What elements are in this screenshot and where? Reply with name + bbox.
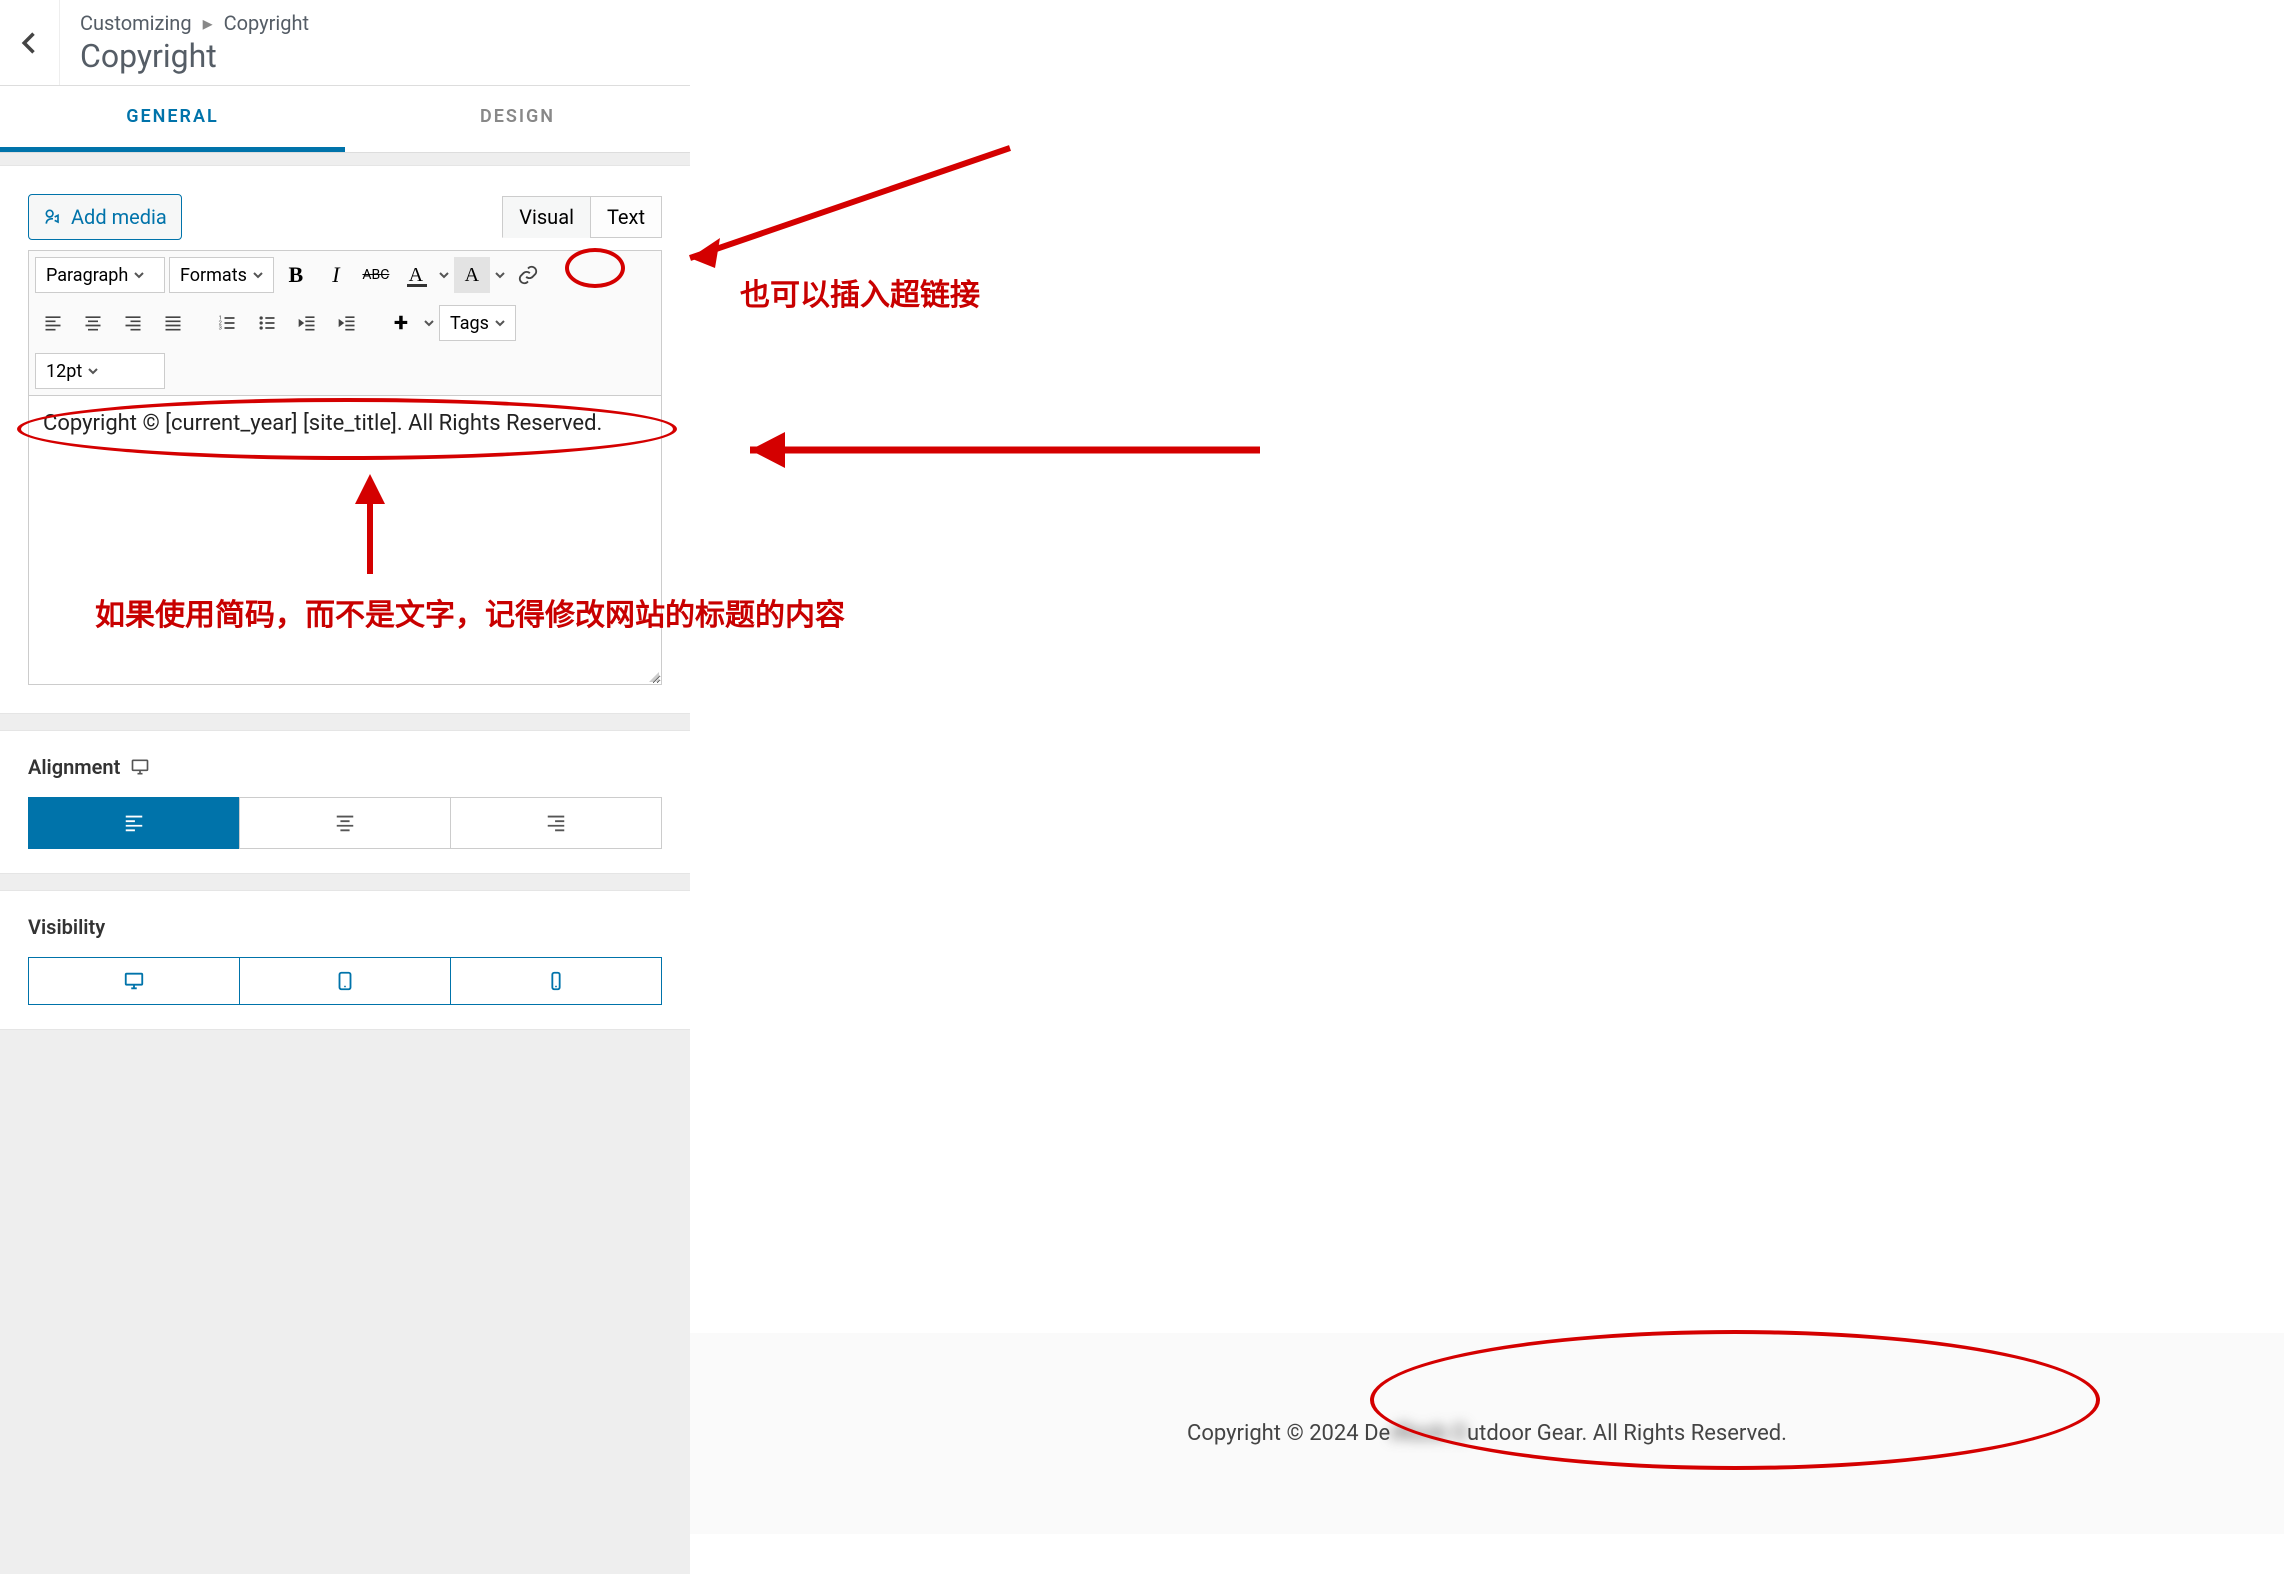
align-center-option[interactable] xyxy=(239,797,451,849)
tab-general[interactable]: GENERAL xyxy=(0,86,345,152)
visibility-desktop[interactable] xyxy=(28,957,240,1005)
breadcrumb-root: Customizing xyxy=(80,11,192,35)
link-icon xyxy=(517,264,539,286)
visibility-mobile[interactable] xyxy=(450,957,662,1005)
align-justify-button[interactable] xyxy=(155,305,191,341)
chevron-down-icon xyxy=(495,318,505,328)
editor-tab-text[interactable]: Text xyxy=(590,196,662,238)
breadcrumb-sep-icon: ▸ xyxy=(203,11,213,35)
insert-button[interactable]: + xyxy=(383,305,419,341)
footer-preview: Copyright © 2024 DerRock Outdoor Gear. A… xyxy=(690,1333,2284,1534)
unordered-list-icon xyxy=(257,313,277,333)
preview-area: Copyright © 2024 DerRock Outdoor Gear. A… xyxy=(690,0,2284,1574)
toolbar-row-2: 123 + Tags xyxy=(28,299,662,347)
formats-select-label: Formats xyxy=(180,265,247,286)
text-color-dropdown[interactable] xyxy=(438,270,450,280)
outdent-icon xyxy=(297,313,317,333)
tags-select[interactable]: Tags xyxy=(439,305,516,341)
align-left-button[interactable] xyxy=(35,305,71,341)
align-center-icon xyxy=(334,812,356,834)
formats-select[interactable]: Formats xyxy=(169,257,274,293)
media-icon xyxy=(43,207,63,227)
paragraph-select[interactable]: Paragraph xyxy=(35,257,165,293)
page-title: Copyright xyxy=(80,37,309,75)
ordered-list-icon: 123 xyxy=(217,313,237,333)
bg-color-button[interactable]: A xyxy=(454,257,490,293)
editor-content[interactable]: Copyright © [current_year] [site_title].… xyxy=(28,395,662,685)
breadcrumb-current: Copyright xyxy=(224,11,309,35)
header-text: Customizing ▸ Copyright Copyright xyxy=(60,1,329,85)
tags-select-label: Tags xyxy=(450,313,489,334)
visibility-buttons xyxy=(28,957,662,1005)
link-button[interactable] xyxy=(510,257,546,293)
back-button[interactable] xyxy=(0,0,60,85)
indent-button[interactable] xyxy=(329,305,365,341)
chevron-down-icon xyxy=(253,270,263,280)
align-justify-icon xyxy=(163,313,183,333)
chevron-left-icon xyxy=(16,29,44,57)
alignment-buttons xyxy=(28,797,662,849)
fontsize-label: 12pt xyxy=(46,361,82,382)
visibility-tablet[interactable] xyxy=(239,957,451,1005)
tab-design[interactable]: DESIGN xyxy=(345,86,690,152)
chevron-down-icon xyxy=(439,270,449,280)
align-left-option[interactable] xyxy=(28,797,240,849)
toolbar-row-1: Paragraph Formats B I ABC A A xyxy=(28,250,662,299)
customizer-panel: Customizing ▸ Copyright Copyright GENERA… xyxy=(0,0,690,1574)
indent-icon xyxy=(337,313,357,333)
visibility-section: Visibility xyxy=(0,890,690,1030)
fontsize-select[interactable]: 12pt xyxy=(35,353,165,389)
chevron-down-icon xyxy=(88,366,98,376)
editor-text: Copyright © [current_year] [site_title].… xyxy=(43,411,602,436)
align-left-icon xyxy=(43,313,63,333)
editor-section: Add media Visual Text Paragraph Formats … xyxy=(0,165,690,714)
visibility-label-text: Visibility xyxy=(28,915,105,939)
tablet-icon xyxy=(334,970,356,992)
alignment-label: Alignment xyxy=(28,755,662,779)
align-left-icon xyxy=(123,812,145,834)
align-right-icon xyxy=(545,812,567,834)
footer-copyright-text: Copyright © 2024 DerRock Outdoor Gear. A… xyxy=(1187,1421,1787,1446)
chevron-down-icon xyxy=(495,270,505,280)
insert-dropdown[interactable] xyxy=(423,318,435,328)
paragraph-select-label: Paragraph xyxy=(46,265,128,286)
editor-mode-tabs: Visual Text xyxy=(502,196,662,238)
strikethrough-button[interactable]: ABC xyxy=(358,257,394,293)
mobile-icon xyxy=(545,970,567,992)
panel-header: Customizing ▸ Copyright Copyright xyxy=(0,0,690,86)
desktop-icon xyxy=(123,970,145,992)
footer-pre: Copyright © 2024 De xyxy=(1187,1421,1390,1446)
bold-button[interactable]: B xyxy=(278,257,314,293)
editor-tab-visual[interactable]: Visual xyxy=(502,196,591,238)
outdent-button[interactable] xyxy=(289,305,325,341)
text-color-button[interactable]: A xyxy=(398,257,434,293)
breadcrumb: Customizing ▸ Copyright xyxy=(80,11,309,35)
italic-button[interactable]: I xyxy=(318,257,354,293)
align-center-button[interactable] xyxy=(75,305,111,341)
add-media-label: Add media xyxy=(71,205,167,229)
alignment-section: Alignment xyxy=(0,730,690,874)
footer-post: utdoor Gear. All Rights Reserved. xyxy=(1467,1421,1787,1446)
align-right-icon xyxy=(123,313,143,333)
footer-blur: rRock O xyxy=(1390,1421,1467,1446)
svg-text:3: 3 xyxy=(219,326,222,332)
chevron-down-icon xyxy=(424,318,434,328)
align-center-icon xyxy=(83,313,103,333)
toolbar-row-3: 12pt xyxy=(28,347,662,395)
add-media-button[interactable]: Add media xyxy=(28,194,182,240)
section-tabs: GENERAL DESIGN xyxy=(0,86,690,153)
unordered-list-button[interactable] xyxy=(249,305,285,341)
alignment-label-text: Alignment xyxy=(28,755,120,779)
align-right-option[interactable] xyxy=(450,797,662,849)
chevron-down-icon xyxy=(134,270,144,280)
bg-color-dropdown[interactable] xyxy=(494,270,506,280)
editor-top: Add media Visual Text xyxy=(28,194,662,240)
ordered-list-button[interactable]: 123 xyxy=(209,305,245,341)
desktop-icon xyxy=(130,757,150,777)
align-right-button[interactable] xyxy=(115,305,151,341)
visibility-label: Visibility xyxy=(28,915,662,939)
